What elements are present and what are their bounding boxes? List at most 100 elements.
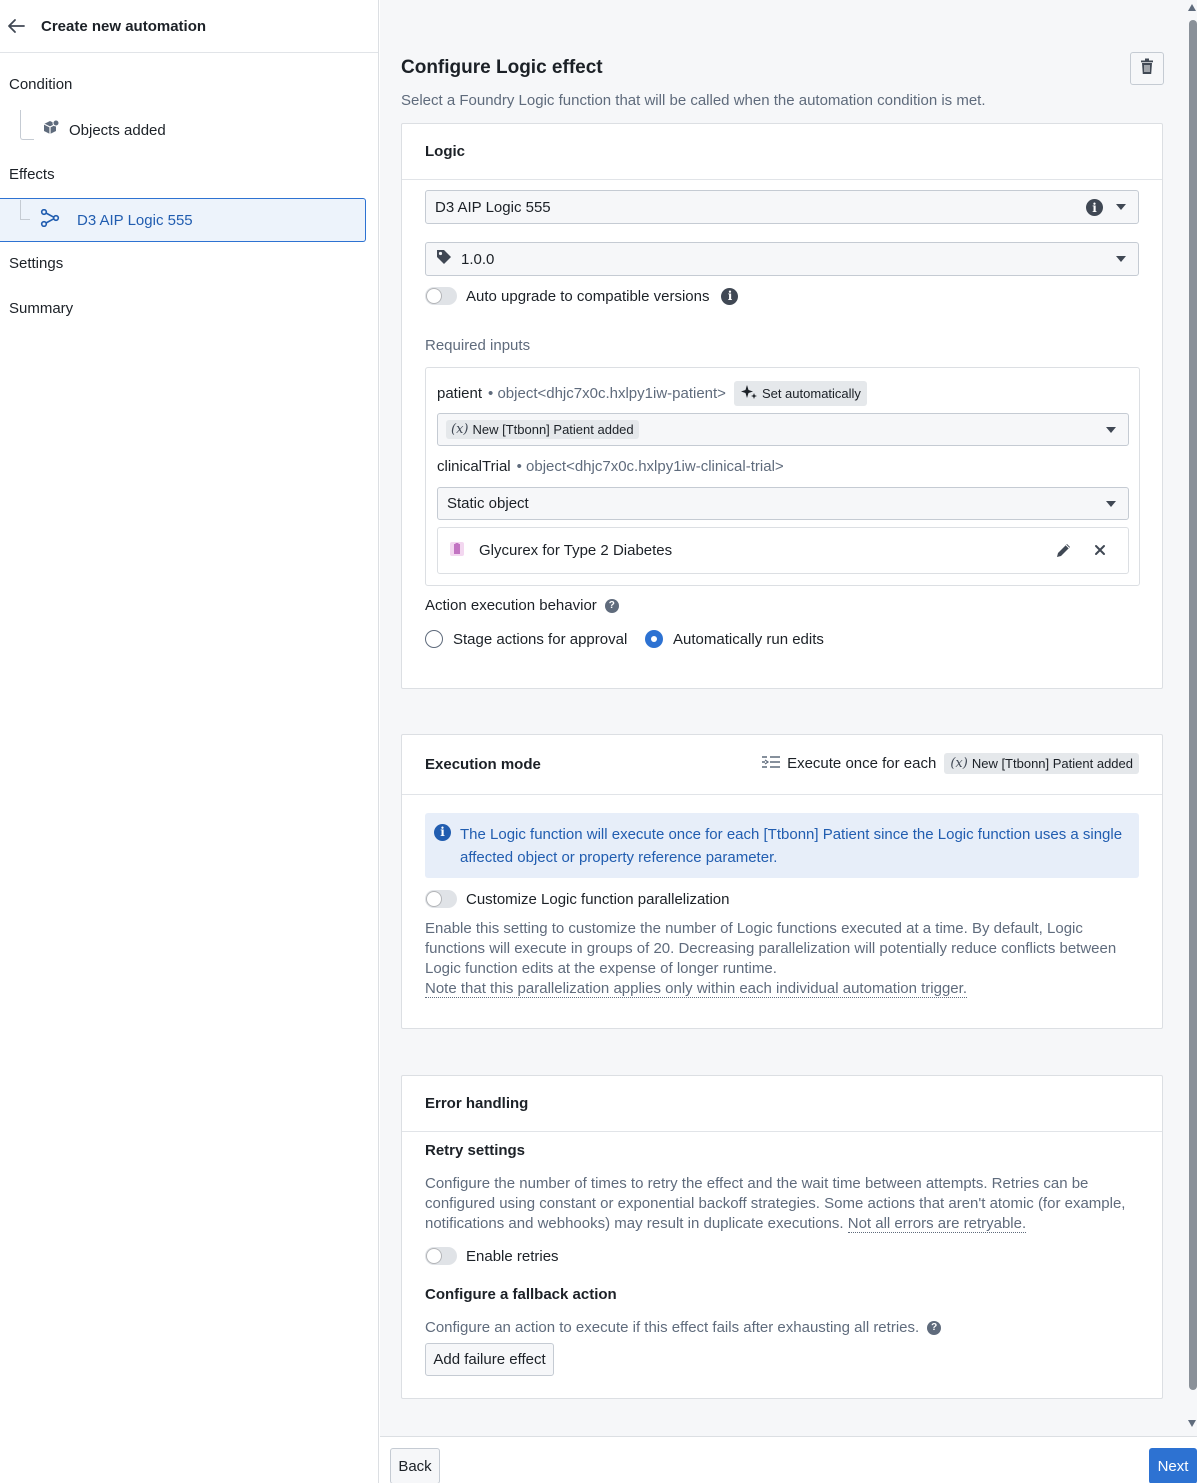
help-icon[interactable]: ? (927, 1320, 942, 1335)
parallel-description: Enable this setting to customize the num… (425, 919, 1145, 999)
sidebar-item-objects-added[interactable]: Objects added (42, 119, 166, 141)
error-handling-card: Error handling Retry settings Configure … (401, 1075, 1163, 1399)
fallback-desc-row: Configure an action to execute if this e… (425, 1319, 942, 1336)
logic-graph-icon (40, 208, 60, 231)
retry-description: Configure the number of times to retry t… (425, 1174, 1145, 1234)
chevron-down-icon (1116, 204, 1126, 210)
fallback-description: Configure an action to execute if this e… (425, 1319, 920, 1336)
sidebar-item-summary[interactable]: Summary (9, 300, 73, 317)
sidebar-item-condition[interactable]: Condition (9, 76, 72, 93)
execution-mode-title: Execution mode (425, 756, 541, 773)
set-automatically-badge: Set automatically (733, 381, 867, 406)
page-title: Configure Logic effect (401, 57, 603, 78)
required-inputs-label: Required inputs (425, 337, 531, 354)
help-icon[interactable]: ? (604, 598, 619, 613)
parallel-description-text: Enable this setting to customize the num… (425, 920, 1117, 977)
variable-tag-label: New [Ttbonn] Patient added (971, 756, 1133, 771)
input-clinicaltrial-header: clinicalTrial • object<dhjc7x0c.hxlpy1iw… (437, 458, 784, 475)
info-icon[interactable]: i (721, 287, 739, 305)
main-panel: Configure Logic effect Select a Foundry … (380, 0, 1197, 1436)
input-type: • object<dhjc7x0c.hxlpy1iw-patient> (488, 385, 726, 402)
arrow-left-icon[interactable] (6, 16, 26, 36)
list-icon (761, 754, 781, 774)
delete-button[interactable] (1130, 52, 1164, 85)
execute-once-row: Execute once for each (x) New [Ttbonn] P… (761, 753, 1139, 774)
sidebar-header: Create new automation (0, 0, 378, 53)
sidebar-item-label: D3 AIP Logic 555 (77, 211, 193, 229)
execution-mode-header: Execution mode Execute once for each (x)… (402, 735, 1162, 795)
scrollbar[interactable] (1189, 20, 1197, 1390)
chevron-down-icon (1106, 427, 1116, 433)
version-select[interactable]: 1.0.0 (425, 242, 1139, 276)
patient-input-select[interactable]: (x) New [Ttbonn] Patient added (437, 413, 1129, 446)
retry-settings-title: Retry settings (425, 1142, 526, 1159)
page-subtitle: Select a Foundry Logic function that wil… (401, 92, 986, 109)
input-name: clinicalTrial (437, 458, 511, 475)
logic-function-value: D3 AIP Logic 555 (435, 198, 551, 216)
badge-label: Set automatically (761, 386, 861, 401)
execute-variable-tag: (x) New [Ttbonn] Patient added (944, 753, 1139, 774)
action-behavior-row: Action execution behavior ? (425, 597, 619, 614)
enable-retries-toggle[interactable] (425, 1247, 457, 1265)
sidebar: Create new automation Condition Objects … (0, 0, 379, 1483)
tag-icon (436, 249, 452, 269)
add-failure-effect-button[interactable]: Add failure effect (425, 1343, 554, 1376)
retry-link[interactable]: Not all errors are retryable. (847, 1215, 1027, 1233)
enable-retries-row: Enable retries (425, 1247, 559, 1265)
error-handling-title: Error handling (402, 1076, 1162, 1132)
callout-text: The Logic function will execute once for… (460, 826, 1123, 866)
fallback-title: Configure a fallback action (425, 1286, 617, 1303)
customize-parallel-toggle[interactable] (425, 890, 457, 908)
cube-add-icon (42, 119, 60, 141)
radio-stage-label: Stage actions for approval (453, 630, 628, 648)
required-inputs-box: patient • object<dhjc7x0c.hxlpy1iw-patie… (425, 367, 1140, 586)
static-object-label: Glycurex for Type 2 Diabetes (479, 542, 673, 559)
radio-auto-option[interactable]: Automatically run edits (645, 630, 824, 648)
radio-auto[interactable] (645, 630, 663, 648)
variable-icon: (x) (451, 422, 469, 437)
clinicaltrial-input-select[interactable]: Static object (437, 487, 1129, 520)
back-button[interactable]: Back (390, 1448, 440, 1483)
action-behavior-label: Action execution behavior (425, 597, 597, 614)
close-icon[interactable] (1094, 543, 1106, 560)
version-value: 1.0.0 (461, 250, 495, 268)
chevron-down-icon (1106, 501, 1116, 507)
variable-tag: (x) New [Ttbonn] Patient added (446, 420, 639, 439)
auto-upgrade-label: Auto upgrade to compatible versions (466, 287, 710, 305)
trash-icon (1139, 58, 1155, 79)
sidebar-item-effects[interactable]: Effects (9, 166, 55, 183)
sidebar-title: Create new automation (41, 17, 207, 35)
variable-icon: (x) (950, 756, 968, 771)
scroll-down-arrow[interactable] (1188, 1420, 1196, 1427)
sidebar-item-effect-logic[interactable]: D3 AIP Logic 555 (0, 198, 366, 242)
variable-tag-label: New [Ttbonn] Patient added (472, 422, 634, 437)
sidebar-item-settings[interactable]: Settings (9, 255, 63, 272)
radio-stage-option[interactable]: Stage actions for approval (425, 630, 627, 648)
input-patient-header: patient • object<dhjc7x0c.hxlpy1iw-patie… (437, 381, 867, 406)
logic-card-title: Logic (402, 124, 1162, 180)
execution-info-callout: i The Logic function will execute once f… (425, 813, 1139, 878)
tree-connector (20, 110, 34, 140)
next-button[interactable]: Next (1149, 1448, 1197, 1483)
info-icon[interactable]: i (1086, 199, 1103, 216)
execution-mode-card: Execution mode Execute once for each (x)… (401, 734, 1163, 1029)
edit-icon[interactable] (1055, 542, 1072, 563)
customize-parallel-label: Customize Logic function parallelization (466, 890, 730, 908)
input-type: • object<dhjc7x0c.hxlpy1iw-clinical-tria… (516, 458, 784, 475)
info-icon: i (434, 824, 451, 841)
radio-stage[interactable] (425, 630, 443, 648)
footer: Back Next (380, 1436, 1197, 1483)
object-icon (449, 541, 465, 561)
auto-upgrade-toggle[interactable] (425, 287, 457, 305)
input-name: patient (437, 385, 483, 402)
logic-function-select[interactable]: D3 AIP Logic 555 i (425, 190, 1139, 224)
enable-retries-label: Enable retries (466, 1247, 559, 1265)
logic-card: Logic D3 AIP Logic 555 i 1.0.0 Auto upgr… (401, 123, 1163, 689)
static-object-card: Glycurex for Type 2 Diabetes (437, 527, 1129, 574)
scroll-up-arrow[interactable] (1188, 4, 1196, 11)
tree-connector (20, 200, 30, 220)
parallel-note: Note that this parallelization applies o… (425, 980, 967, 998)
radio-auto-label: Automatically run edits (673, 630, 824, 648)
auto-upgrade-row: Auto upgrade to compatible versions i (425, 287, 739, 305)
customize-parallel-row: Customize Logic function parallelization (425, 890, 729, 908)
